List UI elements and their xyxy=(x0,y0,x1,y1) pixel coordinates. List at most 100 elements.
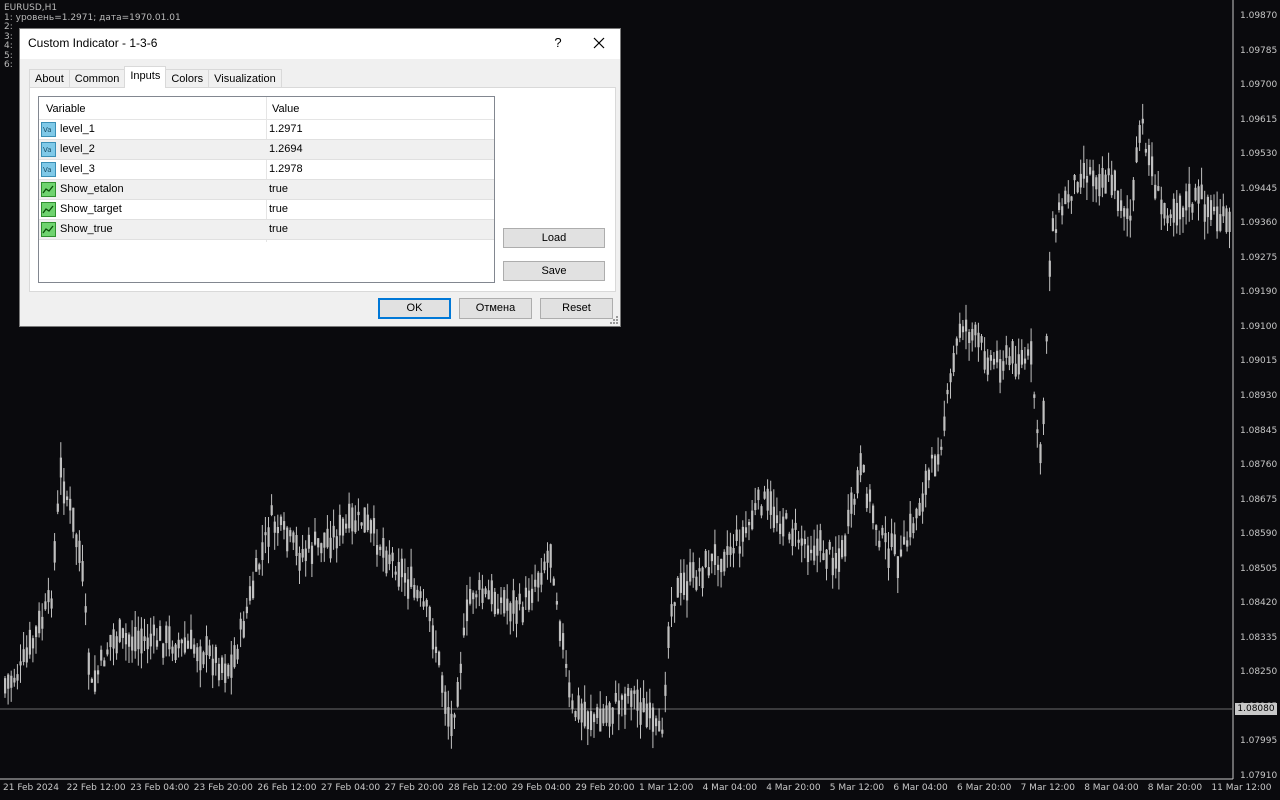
bool-chart-icon xyxy=(41,202,56,217)
candle-body xyxy=(630,690,633,707)
candle-body xyxy=(248,586,252,601)
candle-body xyxy=(174,644,177,661)
variable-value[interactable]: 1.2978 xyxy=(269,160,303,179)
column-value[interactable]: Value xyxy=(272,97,299,119)
price-tick-label: 1.09015 xyxy=(1240,356,1278,367)
candle-body xyxy=(128,634,131,647)
candle-body xyxy=(831,557,834,576)
candle-body xyxy=(450,713,453,737)
candle-body xyxy=(816,538,819,556)
candle-body xyxy=(44,601,47,610)
time-tick-label: 23 Feb 04:00 xyxy=(130,783,190,793)
candle-body xyxy=(825,549,828,569)
table-row[interactable]: Show_etalon true xyxy=(39,180,494,200)
table-row[interactable]: Va level_2 1.2694 xyxy=(39,140,494,160)
price-tick-label: 1.09360 xyxy=(1240,218,1278,229)
close-button[interactable] xyxy=(590,33,608,53)
candle-body xyxy=(487,590,490,600)
tab-inputs[interactable]: Inputs xyxy=(124,66,167,88)
candle-body xyxy=(782,516,785,537)
candle-body xyxy=(661,729,664,734)
time-tick-label: 23 Feb 20:00 xyxy=(193,783,253,793)
candle-body xyxy=(1209,200,1213,220)
candle-body xyxy=(496,608,500,614)
candle-body xyxy=(723,551,726,572)
candle-body xyxy=(270,505,273,516)
price-tick-label: 1.08505 xyxy=(1240,563,1278,574)
candle-body xyxy=(1228,211,1231,232)
candle-body xyxy=(131,636,134,651)
column-variable[interactable]: Variable xyxy=(46,97,86,119)
candle-body xyxy=(903,536,906,545)
candle-body xyxy=(837,548,841,572)
table-row[interactable]: Va level_3 1.2978 xyxy=(39,160,494,180)
candle-body xyxy=(441,675,444,693)
candle-body xyxy=(574,711,577,718)
candle-body xyxy=(822,553,825,560)
table-row[interactable]: Show_true true xyxy=(39,220,494,240)
inputs-panel: Variable Value Va level_1 1.2971 Va leve… xyxy=(29,87,616,292)
variable-value[interactable]: 1.2971 xyxy=(269,120,303,139)
dialog-titlebar[interactable]: Custom Indicator - 1-3-6 ? xyxy=(20,29,620,59)
candle-body xyxy=(518,593,521,605)
load-button[interactable]: Load xyxy=(503,228,605,248)
candle-body xyxy=(152,624,155,636)
candle-body xyxy=(1076,182,1079,193)
candle-body xyxy=(143,636,146,642)
candle-body xyxy=(943,416,946,431)
candle-body xyxy=(360,522,363,526)
save-button[interactable]: Save xyxy=(503,261,605,281)
time-tick-label: 22 Feb 12:00 xyxy=(66,783,126,793)
candle-body xyxy=(1030,341,1033,365)
candle-body xyxy=(751,510,754,530)
candle-body xyxy=(515,600,518,624)
candle-body xyxy=(1089,167,1092,175)
candle-body xyxy=(239,618,242,630)
resize-grip-icon[interactable] xyxy=(609,315,619,325)
candle-body xyxy=(261,542,264,561)
candle-body xyxy=(887,548,890,568)
variable-value[interactable]: true xyxy=(269,200,288,219)
help-button[interactable]: ? xyxy=(550,33,566,53)
tab-visualization[interactable]: Visualization xyxy=(208,69,282,88)
tab-common[interactable]: Common xyxy=(68,69,126,88)
candle-body xyxy=(676,577,679,598)
candle-body xyxy=(800,538,803,546)
candle-body xyxy=(345,523,348,529)
double-value-icon: Va xyxy=(41,122,56,137)
variable-value[interactable]: 1.2694 xyxy=(269,140,303,159)
bool-chart-icon xyxy=(41,222,56,237)
candle-body xyxy=(447,707,450,727)
candle-body xyxy=(419,591,422,598)
variable-value[interactable]: true xyxy=(269,220,288,239)
candle-body xyxy=(617,700,620,715)
reset-button[interactable]: Reset xyxy=(540,298,613,319)
candle-body xyxy=(382,538,385,558)
candle-body xyxy=(1002,361,1005,371)
tab-colors[interactable]: Colors xyxy=(165,69,210,88)
candle-body xyxy=(1014,363,1017,377)
candle-body xyxy=(527,590,531,610)
candle-body xyxy=(438,651,441,666)
candle-body xyxy=(875,525,878,531)
candle-body xyxy=(283,521,286,530)
candle-body xyxy=(813,545,816,561)
candle-body xyxy=(707,567,710,576)
table-row[interactable]: Show_target true xyxy=(39,200,494,220)
tab-about[interactable]: About xyxy=(29,69,70,88)
time-tick-label: 4 Mar 04:00 xyxy=(702,783,757,793)
table-row[interactable]: Va level_1 1.2971 xyxy=(39,120,494,140)
candle-body xyxy=(673,602,676,606)
ok-button[interactable]: OK xyxy=(378,298,451,319)
candle-body xyxy=(1126,208,1129,219)
candle-body xyxy=(1020,349,1023,365)
cancel-button[interactable]: Отмена xyxy=(459,298,532,319)
price-tick-label: 1.08675 xyxy=(1240,494,1278,505)
candle-body xyxy=(1222,206,1225,217)
variable-value[interactable]: true xyxy=(269,180,288,199)
candle-body xyxy=(819,530,822,551)
candle-body xyxy=(667,626,670,648)
candle-body xyxy=(558,621,562,641)
candle-body xyxy=(930,454,934,459)
candle-body xyxy=(1191,203,1194,213)
